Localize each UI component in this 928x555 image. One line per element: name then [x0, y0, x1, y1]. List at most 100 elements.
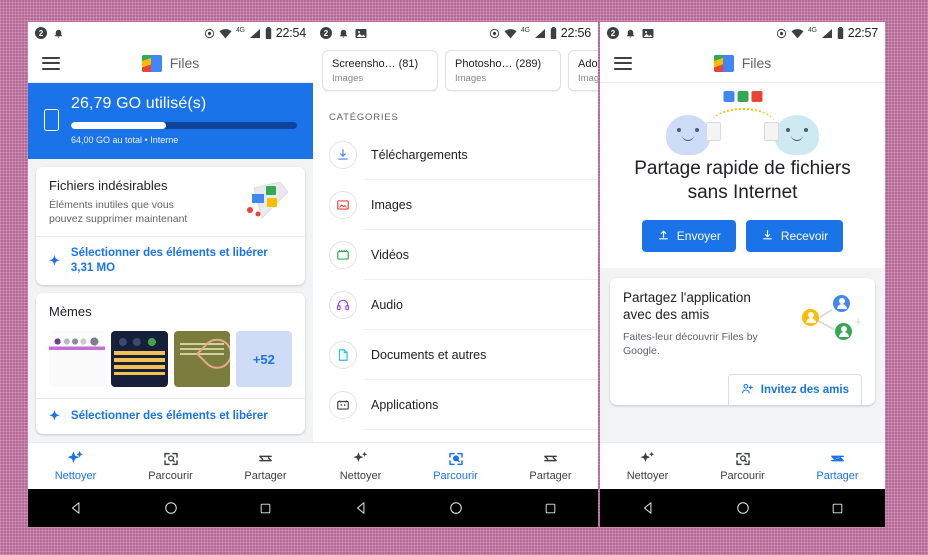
nav-item-nettoyer[interactable]: Nettoyer: [28, 450, 123, 482]
storage-total-label: 64,00 GO au total • Interne: [71, 135, 179, 145]
home-circle-icon[interactable]: [163, 500, 179, 516]
android-navigation-bar: [600, 489, 885, 527]
nav-label: Nettoyer: [626, 470, 669, 482]
bell-icon: [338, 27, 349, 39]
phone-storage-icon: [44, 109, 59, 131]
status-bar-time: 22:56: [560, 26, 591, 40]
location-icon: [776, 28, 787, 39]
4g-icon: 4G: [520, 26, 530, 34]
collection-chips: Screensho… (81) Images Photosho… (289) I…: [313, 44, 598, 100]
bell-icon: [625, 27, 636, 39]
share-hero: Partage rapide de fichiers sans Internet…: [600, 83, 885, 268]
send-button[interactable]: Envoyer: [641, 219, 736, 252]
collection-chip[interactable]: Photosho… (289) Images: [445, 50, 561, 91]
category-item-documents[interactable]: Documents et autres: [313, 330, 598, 380]
friends-network-illustration: +: [798, 289, 862, 351]
recents-square-icon[interactable]: [258, 500, 274, 516]
category-item-applications[interactable]: Applications: [313, 380, 598, 430]
headphones-icon: [329, 291, 357, 319]
card-title: Fichiers indésirables: [49, 178, 168, 193]
category-item-telechargements[interactable]: Téléchargements: [313, 130, 598, 180]
storage-used-label: 26,79 GO utilisé(s): [71, 95, 207, 112]
hamburger-menu-icon[interactable]: [42, 56, 60, 70]
nav-item-parcourir[interactable]: Parcourir: [123, 450, 218, 482]
app-bar: Files: [28, 44, 313, 83]
recents-square-icon[interactable]: [830, 500, 846, 516]
nav-label: Nettoyer: [54, 470, 97, 482]
collection-chip[interactable]: Screensho… (81) Images: [322, 50, 438, 91]
paper-sheet-left: [706, 122, 721, 141]
app-bar-title: Files: [741, 55, 772, 71]
signal-icon: [249, 28, 261, 39]
category-item-videos[interactable]: Vidéos: [313, 230, 598, 280]
meme-thumbnail[interactable]: [49, 331, 106, 388]
battery-icon: [837, 27, 844, 39]
junk-files-card[interactable]: Fichiers indésirables Éléments inutiles …: [36, 167, 305, 286]
meme-thumbnail[interactable]: [111, 331, 168, 388]
category-item-images[interactable]: Images: [313, 180, 598, 230]
send-button-label: Envoyer: [676, 228, 721, 243]
home-circle-icon[interactable]: [735, 500, 751, 516]
location-icon: [489, 28, 500, 39]
notification-badge-icon: 2: [320, 27, 332, 39]
category-label: Images: [371, 198, 412, 212]
category-item-audio[interactable]: Audio: [313, 280, 598, 330]
meme-overflow-count[interactable]: +52: [235, 331, 292, 388]
nav-item-partager[interactable]: Partager: [218, 450, 313, 482]
collection-chip[interactable]: Adobe D Images: [568, 50, 598, 91]
paper-sheet-right: [764, 122, 779, 141]
card-title: Mèmes: [49, 304, 92, 320]
back-triangle-icon[interactable]: [68, 500, 84, 516]
share-app-promo-card[interactable]: Partagez l'application avec des amis Fai…: [610, 277, 875, 406]
notification-badge-icon: 2: [35, 27, 47, 39]
media-tile-icon: [751, 91, 762, 102]
invite-label: Invitez des amis: [760, 384, 849, 397]
bottom-navigation: Nettoyer Parcourir Partager: [600, 442, 885, 489]
browse-search-icon: [735, 450, 751, 467]
overflow-label: +52: [252, 351, 275, 367]
recents-square-icon[interactable]: [543, 500, 559, 516]
nav-item-nettoyer[interactable]: Nettoyer: [600, 450, 695, 482]
action-label: Sélectionner des éléments et libérer 3,3…: [70, 247, 268, 275]
nav-label: Parcourir: [720, 470, 765, 482]
nav-item-partager[interactable]: Partager: [790, 450, 885, 482]
back-triangle-icon[interactable]: [353, 500, 369, 516]
back-triangle-icon[interactable]: [640, 500, 656, 516]
category-list: Téléchargements Images Vidéos Audio Docu…: [313, 130, 598, 442]
invite-friends-button[interactable]: Invitez des amis: [727, 374, 862, 406]
nav-item-parcourir[interactable]: Parcourir: [695, 450, 790, 482]
app-bar-title: Files: [169, 55, 200, 71]
receive-button-label: Recevoir: [780, 228, 829, 243]
status-bar: 2 4G 22:56: [313, 22, 598, 44]
nav-item-partager[interactable]: Partager: [503, 450, 598, 482]
memes-select-action[interactable]: ✦ Sélectionner des éléments et libérer: [36, 398, 305, 434]
signal-icon: [534, 28, 546, 39]
meme-thumbnail[interactable]: [173, 331, 230, 388]
promo-title: Partagez l'application avec des amis: [623, 289, 751, 323]
image-icon: [642, 28, 654, 39]
share-arrows-icon: [829, 450, 846, 467]
apps-icon: [329, 391, 357, 419]
nav-item-nettoyer[interactable]: Nettoyer: [313, 450, 408, 482]
share-tab-body: Partage rapide de fichiers sans Internet…: [600, 83, 885, 442]
signal-icon: [821, 28, 833, 39]
wifi-icon: [219, 28, 232, 39]
receive-button[interactable]: Recevoir: [745, 219, 844, 252]
doc-tile-icon: [723, 91, 734, 102]
android-navigation-bar: [313, 489, 598, 527]
sparkle-icon: [67, 450, 84, 467]
home-circle-icon[interactable]: [448, 500, 464, 516]
junk-files-select-action[interactable]: ✦ Sélectionner des éléments et libérer 3…: [36, 236, 305, 285]
location-icon: [204, 28, 215, 39]
hamburger-menu-icon[interactable]: [614, 56, 632, 70]
status-bar-time: 22:54: [275, 26, 306, 40]
avatar-green: [835, 322, 852, 340]
nav-label: Nettoyer: [339, 470, 382, 482]
nav-label: Partager: [244, 470, 287, 482]
hero-heading: Partage rapide de fichiers sans Internet: [634, 158, 851, 204]
nav-item-parcourir[interactable]: Parcourir: [408, 450, 503, 482]
wifi-icon: [504, 28, 517, 39]
4g-icon: 4G: [235, 26, 245, 34]
nav-label: Partager: [816, 470, 859, 482]
memes-card[interactable]: Mèmes +52 ✦ Sélectionner des éléments et…: [36, 293, 305, 435]
